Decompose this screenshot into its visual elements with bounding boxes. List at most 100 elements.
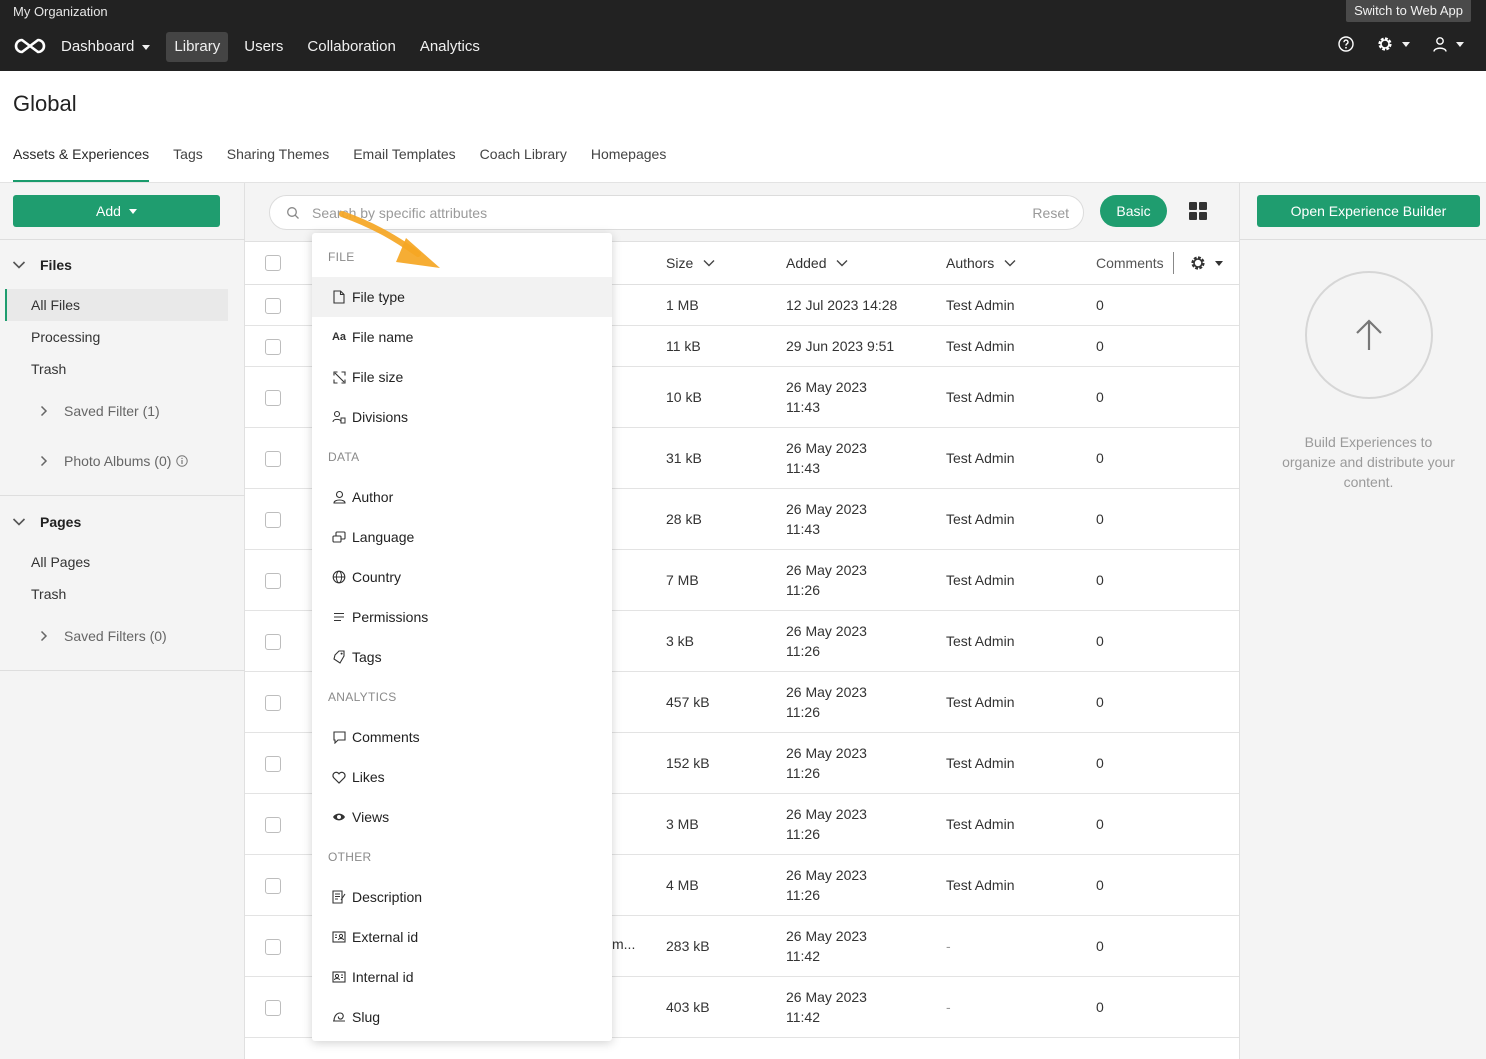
dropdown-item-likes[interactable]: Likes: [312, 757, 612, 797]
attribute-dropdown: FILE File type Aa File name File size Di…: [312, 233, 612, 1041]
sidebar-item-all-pages[interactable]: All Pages: [31, 554, 90, 570]
upload-drop-zone[interactable]: [1305, 271, 1433, 399]
row-author: Test Admin: [946, 755, 1015, 771]
settings-menu-button[interactable]: [1376, 35, 1410, 53]
info-icon[interactable]: [176, 455, 189, 467]
user-menu-button[interactable]: [1432, 36, 1464, 52]
row-author: Test Admin: [946, 511, 1015, 527]
row-checkbox[interactable]: [265, 817, 281, 833]
column-comments[interactable]: Comments: [1096, 255, 1171, 271]
empty-state-text: Build Experiences to organize and distri…: [1282, 434, 1455, 490]
row-added: 26 May 2023 11:42: [786, 926, 867, 966]
dropdown-item-divisions[interactable]: Divisions: [312, 397, 612, 437]
column-size[interactable]: Size: [666, 255, 715, 271]
row-checkbox[interactable]: [265, 939, 281, 955]
row-checkbox[interactable]: [265, 298, 281, 314]
column-authors-label: Authors: [946, 255, 995, 271]
reset-button[interactable]: Reset: [1032, 205, 1069, 221]
pages-section-header[interactable]: Pages: [12, 514, 81, 530]
column-comments-label: Comments: [1096, 255, 1164, 271]
column-added[interactable]: Added: [786, 255, 848, 271]
table-row[interactable]: 26 May 2023: [245, 1038, 1239, 1059]
tab-email-templates[interactable]: Email Templates: [353, 146, 455, 182]
nav-analytics[interactable]: Analytics: [412, 32, 488, 62]
row-size: 10 kB: [666, 389, 702, 405]
files-section-header[interactable]: Files: [12, 257, 72, 273]
column-settings-button[interactable]: [1189, 254, 1223, 272]
dropdown-item-description[interactable]: Description: [312, 877, 612, 917]
sidebar-item-files-trash[interactable]: Trash: [31, 361, 66, 377]
row-comments: 0: [1096, 938, 1104, 954]
row-checkbox[interactable]: [265, 573, 281, 589]
dropdown-item-file-name[interactable]: Aa File name: [312, 317, 612, 357]
eye-icon: [333, 813, 345, 821]
tab-sharing-themes[interactable]: Sharing Themes: [227, 146, 329, 182]
sidebar: Add Files All Files Processing Trash Sav…: [0, 183, 245, 1059]
chevron-down-icon: [703, 260, 715, 267]
row-checkbox[interactable]: [265, 634, 281, 650]
organization-name: My Organization: [13, 4, 108, 19]
row-added-line: 26 May 2023: [786, 989, 867, 1005]
dropdown-item-permissions[interactable]: Permissions: [312, 597, 612, 637]
sidebar-item-pages-trash[interactable]: Trash: [31, 586, 66, 602]
sidebar-item-all-files[interactable]: All Files: [5, 289, 228, 321]
row-added-line: 11:26: [786, 765, 820, 781]
dropdown-item-language[interactable]: Language: [312, 517, 612, 557]
nav-library[interactable]: Library: [166, 32, 229, 62]
dropdown-item-label: Permissions: [352, 609, 429, 625]
row-author: Test Admin: [946, 816, 1015, 832]
saved-filter-group[interactable]: Saved Filter (1): [40, 403, 160, 419]
tab-tags[interactable]: Tags: [173, 146, 203, 182]
photo-albums-group[interactable]: Photo Albums (0): [40, 453, 189, 469]
row-author: Test Admin: [946, 450, 1015, 466]
row-checkbox[interactable]: [265, 1000, 281, 1016]
sidebar-item-processing[interactable]: Processing: [31, 329, 100, 345]
library-tabs: Assets & Experiences Tags Sharing Themes…: [13, 146, 690, 182]
tag-icon: [332, 650, 345, 664]
saved-filters-group[interactable]: Saved Filters (0): [40, 628, 167, 644]
row-checkbox[interactable]: [265, 390, 281, 406]
basic-search-toggle[interactable]: Basic: [1100, 195, 1167, 227]
dropdown-item-file-size[interactable]: File size: [312, 357, 612, 397]
dropdown-item-tags[interactable]: Tags: [312, 637, 612, 677]
switch-to-web-app-button[interactable]: Switch to Web App: [1346, 0, 1471, 22]
column-size-label: Size: [666, 255, 694, 271]
dropdown-item-country[interactable]: Country: [312, 557, 612, 597]
person-icon: [332, 490, 346, 504]
select-all-checkbox[interactable]: [265, 255, 281, 271]
row-added-line: 26 May 2023: [786, 562, 867, 578]
add-button[interactable]: Add: [13, 195, 220, 227]
nav-users[interactable]: Users: [236, 32, 291, 62]
row-checkbox[interactable]: [265, 695, 281, 711]
help-button[interactable]: [1338, 36, 1354, 52]
main-nav: Dashboard Library Users Collaboration An…: [53, 32, 496, 62]
column-resize-handle[interactable]: [1173, 252, 1174, 274]
row-added: 26 May 2023 11:42: [786, 987, 867, 1027]
open-experience-builder-button[interactable]: Open Experience Builder: [1257, 195, 1480, 227]
infinity-logo-icon[interactable]: [13, 37, 47, 55]
row-size: 28 kB: [666, 511, 702, 527]
nav-dashboard[interactable]: Dashboard: [53, 32, 158, 62]
row-checkbox[interactable]: [265, 512, 281, 528]
row-checkbox[interactable]: [265, 339, 281, 355]
dropdown-item-views[interactable]: Views: [312, 797, 612, 837]
dropdown-item-slug[interactable]: Slug: [312, 997, 612, 1037]
column-authors[interactable]: Authors: [946, 255, 1016, 271]
dropdown-item-file-type[interactable]: File type: [312, 277, 612, 317]
tab-assets-experiences[interactable]: Assets & Experiences: [13, 146, 150, 182]
row-size: 7 MB: [666, 572, 699, 588]
internal-id-icon: [332, 971, 346, 983]
row-checkbox[interactable]: [265, 756, 281, 772]
tab-homepages[interactable]: Homepages: [591, 146, 667, 182]
row-checkbox[interactable]: [265, 451, 281, 467]
dropdown-item-label: Tags: [352, 649, 382, 665]
grid-view-icon[interactable]: [1189, 202, 1207, 220]
tab-coach-library[interactable]: Coach Library: [480, 146, 567, 182]
nav-collaboration[interactable]: Collaboration: [299, 32, 403, 62]
dropdown-item-external-id[interactable]: External id: [312, 917, 612, 957]
dropdown-item-author[interactable]: Author: [312, 477, 612, 517]
row-added-line: 26 May 2023: [786, 440, 867, 456]
dropdown-item-internal-id[interactable]: Internal id: [312, 957, 612, 997]
dropdown-item-comments[interactable]: Comments: [312, 717, 612, 757]
row-checkbox[interactable]: [265, 878, 281, 894]
